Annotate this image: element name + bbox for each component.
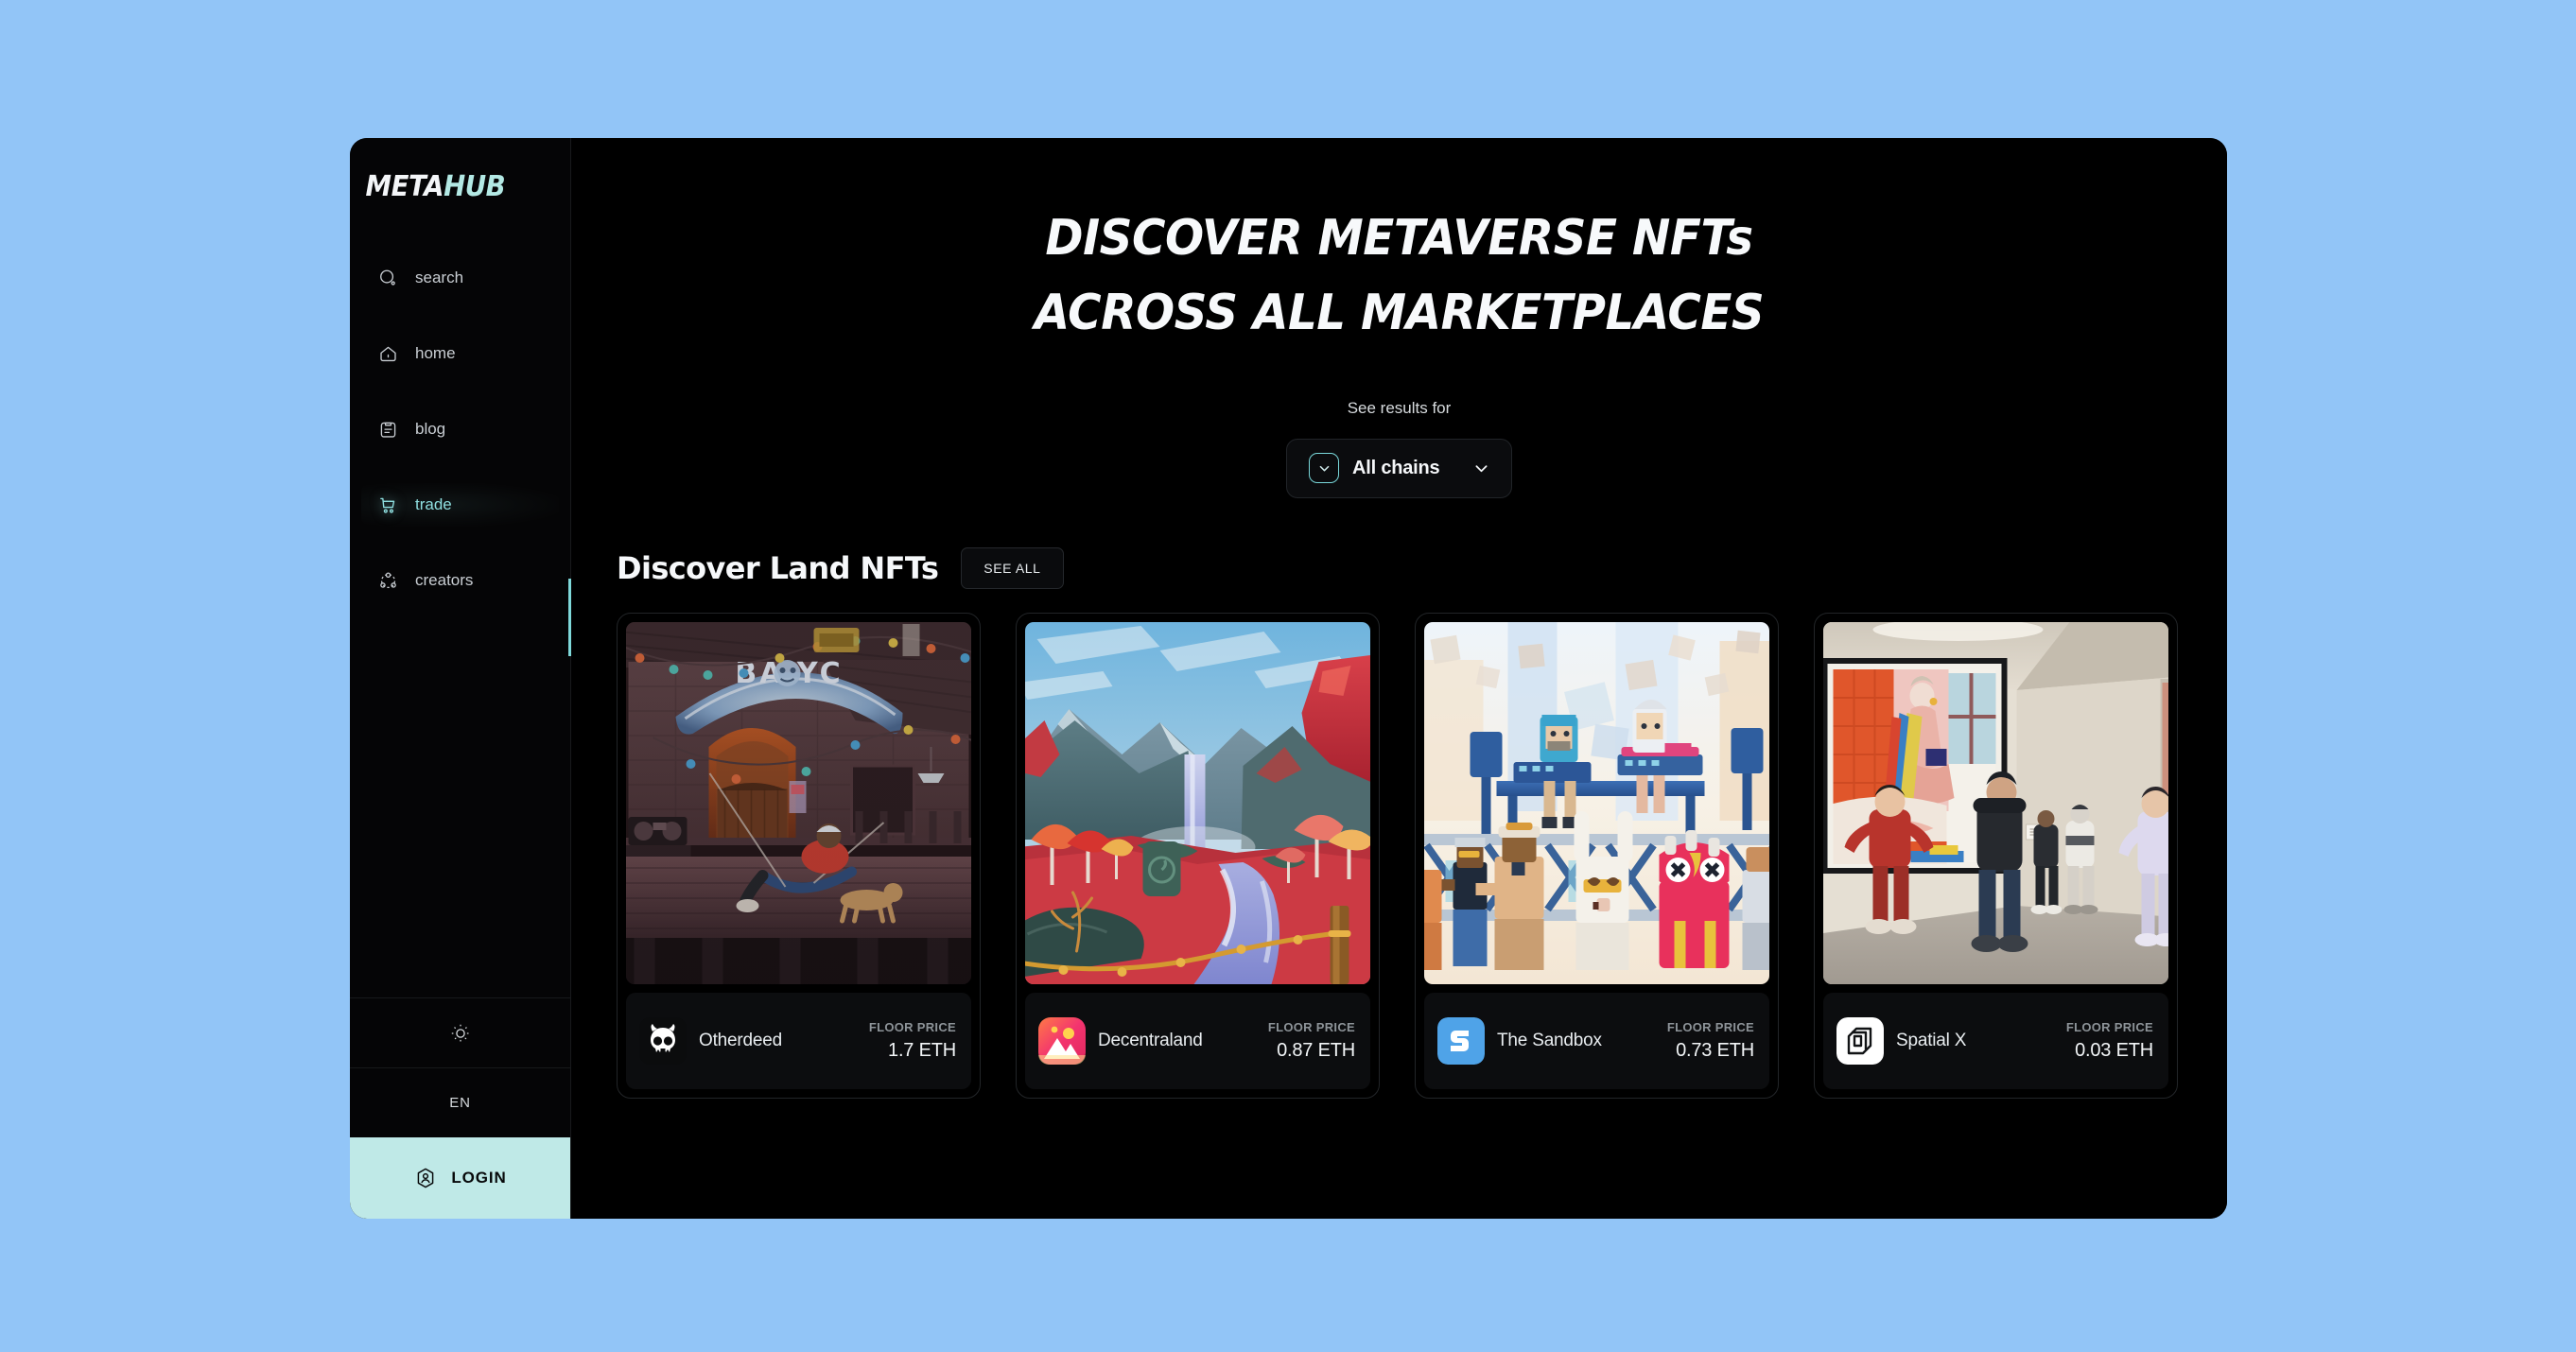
see-all-button[interactable]: SEE ALL	[961, 546, 1064, 589]
sidebar-nav: search home blog trade creators	[350, 256, 570, 634]
nft-thumbnail-virtual-gallery	[1823, 621, 2168, 984]
see-results-label: See results for	[1347, 398, 1452, 417]
brand-logo-part2: HUB	[444, 170, 506, 203]
sidebar-item-creators[interactable]: creators	[361, 559, 559, 602]
spatial-layers-logo-icon	[1836, 1016, 1884, 1065]
creators-icon	[376, 569, 399, 592]
card-footer: Decentraland FLOOR PRICE 0.87 ETH	[1025, 992, 1370, 1089]
floor-price-label: FLOOR PRICE	[1267, 1020, 1355, 1035]
floor-price-label: FLOOR PRICE	[1666, 1020, 1754, 1035]
decentraland-mountains-logo-icon	[1038, 1016, 1086, 1065]
nft-card-the-sandbox[interactable]: The Sandbox FLOOR PRICE 0.73 ETH	[1415, 612, 1779, 1099]
chain-selector-value: All chains	[1352, 457, 1440, 478]
sidebar-item-label-creators: creators	[415, 571, 474, 589]
nft-card-spatial-x[interactable]: Spatial X FLOOR PRICE 0.03 ETH	[1814, 612, 2178, 1099]
floor-price-label: FLOOR PRICE	[868, 1020, 956, 1035]
sidebar-item-search[interactable]: search	[361, 256, 559, 300]
card-footer: Spatial X FLOOR PRICE 0.03 ETH	[1823, 992, 2168, 1089]
main-content: DISCOVER METAVERSE NFTs ACROSS ALL MARKE…	[571, 138, 2227, 1219]
login-label: LOGIN	[451, 1169, 507, 1187]
nft-card-otherdeed[interactable]: BA YC Otherdeed FLOOR PRICE 1.7 ETH	[617, 612, 981, 1099]
language-switcher[interactable]: EN	[350, 1067, 570, 1137]
sidebar-item-home[interactable]: home	[361, 332, 559, 375]
floor-price-value: 0.73 ETH	[1676, 1039, 1754, 1061]
hero-heading-line2: ACROSS ALL MARKETPLACES	[1034, 285, 1765, 342]
search-icon	[376, 267, 399, 289]
nft-thumbnail-voxel-concert	[1424, 621, 1769, 984]
floor-price-label: FLOOR PRICE	[2065, 1020, 2153, 1035]
sandbox-s-logo-icon	[1437, 1016, 1485, 1065]
card-footer: Otherdeed FLOOR PRICE 1.7 ETH	[626, 992, 971, 1089]
floor-price-block: FLOOR PRICE 1.7 ETH	[869, 1017, 956, 1064]
sidebar-item-label-search: search	[415, 269, 464, 286]
nft-card-decentraland[interactable]: Decentraland FLOOR PRICE 0.87 ETH	[1016, 612, 1380, 1099]
section-header: Discover Land NFTs SEE ALL	[617, 546, 2227, 589]
home-icon	[376, 342, 399, 365]
blog-icon	[376, 418, 399, 441]
sidebar-item-trade[interactable]: trade	[361, 483, 559, 527]
language-label: EN	[449, 1095, 471, 1111]
nft-thumbnail-waterfall-valley	[1025, 621, 1370, 984]
collection-name: Decentraland	[1098, 1030, 1203, 1050]
collection-name: Spatial X	[1896, 1030, 1967, 1050]
theme-toggle-button[interactable]	[350, 997, 570, 1067]
page-title: Discover Land NFTs	[617, 549, 939, 586]
hero-section: DISCOVER METAVERSE NFTs ACROSS ALL MARKE…	[571, 138, 2227, 342]
nft-card-grid: BA YC Otherdeed FLOOR PRICE 1.7 ETH Dece…	[617, 612, 2227, 1099]
sidebar-item-label-blog: blog	[415, 420, 446, 438]
nft-thumbnail-bayc-saloon: BA YC	[626, 621, 971, 984]
collection-name: The Sandbox	[1497, 1030, 1602, 1050]
sidebar-item-label-trade: trade	[415, 495, 452, 513]
floor-price-value: 1.7 ETH	[888, 1039, 956, 1061]
brand-logo[interactable]: METAHUB	[350, 138, 552, 203]
chain-selector[interactable]: All chains	[1286, 438, 1512, 498]
sidebar: METAHUB search home blog trade creators …	[350, 138, 571, 1219]
hero-heading-line1: DISCOVER METAVERSE NFTs	[1045, 210, 1753, 267]
floor-price-block: FLOOR PRICE 0.03 ETH	[2066, 1017, 2153, 1064]
floor-price-block: FLOOR PRICE 0.87 ETH	[1268, 1017, 1355, 1064]
floor-price-block: FLOOR PRICE 0.73 ETH	[1667, 1017, 1754, 1064]
sidebar-item-blog[interactable]: blog	[361, 407, 559, 451]
card-footer: The Sandbox FLOOR PRICE 0.73 ETH	[1424, 992, 1769, 1089]
floor-price-value: 0.87 ETH	[1277, 1039, 1355, 1061]
chain-badge-chevron-down-icon	[1309, 453, 1339, 484]
app-window: METAHUB search home blog trade creators …	[350, 138, 2227, 1219]
sun-icon	[449, 1022, 472, 1045]
user-hexagon-icon	[413, 1166, 438, 1190]
floor-price-value: 0.03 ETH	[2075, 1039, 2153, 1061]
sidebar-item-label-home: home	[415, 344, 456, 362]
login-button[interactable]: LOGIN	[350, 1137, 570, 1219]
otherdeed-skull-logo-icon	[639, 1016, 687, 1065]
cart-icon	[376, 494, 399, 516]
chevron-down-icon	[1472, 459, 1490, 477]
collection-name: Otherdeed	[699, 1030, 782, 1050]
brand-logo-part1: META	[365, 170, 444, 203]
